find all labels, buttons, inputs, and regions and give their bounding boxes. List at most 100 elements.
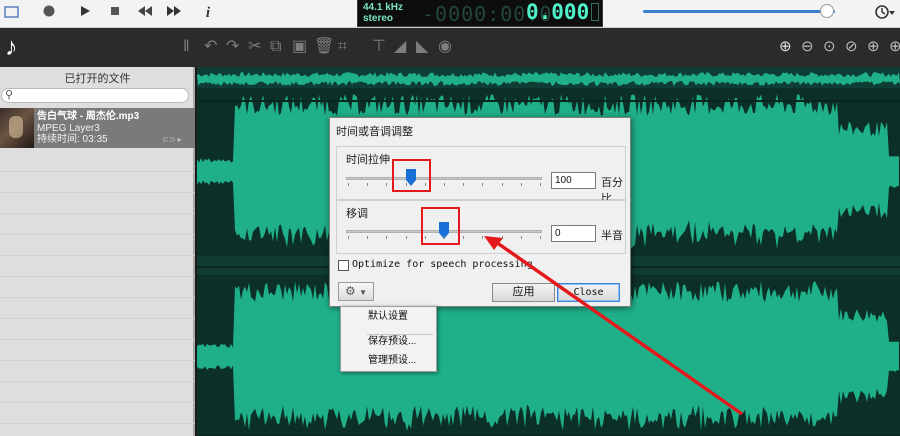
- transport-bar: i 44.1 kHz stereo -0000:00.0 0.000: [0, 0, 900, 28]
- presets-menu: 默认设置 保存预设... 管理预设...: [340, 306, 437, 372]
- time-stretch-slider[interactable]: [346, 177, 542, 180]
- zoom-in-vertical-icon[interactable]: ⊕: [867, 38, 880, 56]
- divider: [0, 339, 195, 340]
- overview-waveform: [197, 72, 900, 86]
- sample-rate: 44.1 kHz: [363, 2, 404, 13]
- edit-toolbar: ♪ ‖ ↶ ↷ ✂ ⧉ ▣ 🗑 ⌗ ⊤ ◢ ◣ ◉ ⊕ ⊖ ⊙ ⊘ ⊕ ⊕: [0, 28, 900, 67]
- history-icon[interactable]: [874, 3, 896, 25]
- pitch-shift-label: 移调: [346, 208, 368, 220]
- file-list-item[interactable]: 告白气球 - 周杰伦.mp3 MPEG Layer3 持续时间: 03:35 ⊂…: [0, 108, 195, 148]
- slider-tick: [386, 236, 388, 239]
- link-icon: ⊂⊃ ▸: [162, 135, 182, 144]
- highlight-time-stretch-thumb: [392, 159, 431, 192]
- time-unit-icon: [591, 3, 599, 21]
- divider: [0, 213, 195, 214]
- undo-icon[interactable]: ↶: [204, 38, 217, 56]
- zoom-fit-icon[interactable]: ⊘: [845, 38, 858, 56]
- optimize-speech-label[interactable]: Optimize for speech processing: [352, 259, 533, 270]
- zoom-in-icon[interactable]: ⊕: [779, 38, 792, 56]
- pitch-shift-unit: 半音: [601, 230, 623, 242]
- zoom-out-icon[interactable]: ⊖: [801, 38, 814, 56]
- delete-icon[interactable]: 🗑: [314, 38, 334, 56]
- playhead-time: 0.000: [526, 0, 590, 24]
- apply-button[interactable]: 应用: [492, 283, 555, 302]
- slider-tick: [444, 183, 445, 186]
- open-files-panel: 已打开的文件 ⚲ 告白气球 - 周杰伦.mp3 MPEG Layer3 持续时间…: [0, 67, 195, 436]
- slider-tick: [482, 236, 484, 239]
- music-note-icon: ♪: [5, 33, 18, 61]
- copy-icon[interactable]: ⧉: [270, 38, 281, 56]
- paste-icon[interactable]: ▣: [292, 38, 307, 56]
- divider: [0, 423, 195, 424]
- divider: [0, 276, 195, 277]
- album-cover: [0, 108, 34, 148]
- file-format: MPEG Layer3: [37, 123, 100, 134]
- info-icon[interactable]: i: [200, 4, 216, 22]
- panel-title: 已打开的文件: [64, 73, 131, 85]
- rewind-icon[interactable]: [134, 4, 156, 22]
- divider: [0, 171, 195, 172]
- close-button[interactable]: Close: [557, 283, 620, 302]
- pitch-shift-group: 移调 0 半音: [336, 200, 626, 254]
- chevron-down-icon: ▼: [359, 288, 368, 297]
- audio-editor-window: i 44.1 kHz stereo -0000:00.0 0.000 ♪ ‖ ↶…: [0, 0, 900, 436]
- optimize-speech-checkbox[interactable]: [338, 260, 349, 271]
- file-duration: 持续时间: 03:35: [37, 134, 108, 145]
- volume-slider[interactable]: [643, 10, 835, 13]
- presets-button[interactable]: ⚙ ▼: [338, 282, 374, 301]
- time-stretch-input[interactable]: 100: [551, 172, 596, 189]
- zoom-selection-icon[interactable]: ⊙: [823, 38, 836, 56]
- time-pitch-dialog: 时间或音调调整 时间拉伸 100 百分比 移调 0 半音 Optimize fo…: [329, 117, 631, 307]
- cut-icon[interactable]: ✂: [248, 38, 261, 56]
- slider-tick: [348, 183, 349, 186]
- zoom-out-vertical-icon[interactable]: ⊕: [889, 38, 900, 56]
- slider-tick: [501, 236, 503, 239]
- divider: [0, 381, 195, 382]
- slider-tick: [520, 183, 522, 186]
- stop-icon[interactable]: [106, 4, 124, 22]
- slider-tick: [348, 236, 349, 239]
- record-icon[interactable]: [40, 4, 58, 22]
- search-input[interactable]: ⚲: [1, 88, 189, 103]
- time-display: 44.1 kHz stereo -0000:00.0 0.000: [357, 0, 603, 27]
- divider: [0, 255, 195, 256]
- divider: [0, 402, 195, 403]
- menu-item-default[interactable]: 默认设置: [341, 308, 436, 326]
- time-stretch-group: 时间拉伸 100 百分比: [336, 146, 626, 205]
- dialog-title: 时间或音调调整: [336, 126, 413, 138]
- normalize-icon[interactable]: ⊤: [372, 38, 386, 56]
- highlight-pitch-thumb: [421, 207, 460, 245]
- slider-tick: [520, 236, 522, 239]
- file-name: 告白气球 - 周杰伦.mp3: [37, 111, 140, 122]
- search-icon: ⚲: [5, 89, 14, 101]
- divider: [0, 297, 195, 298]
- pitch-shift-input[interactable]: 0: [551, 225, 596, 242]
- slider-tick: [540, 236, 541, 239]
- divider: [0, 360, 195, 361]
- divider: [0, 234, 195, 235]
- effects-icon[interactable]: ◉: [438, 38, 452, 56]
- slider-tick: [386, 183, 388, 186]
- menu-item-save-preset[interactable]: 保存预设...: [341, 333, 436, 351]
- fast-forward-icon[interactable]: [163, 4, 185, 22]
- slider-tick: [463, 183, 465, 186]
- slider-tick: [367, 236, 369, 239]
- divider: [0, 192, 195, 193]
- gear-icon: ⚙: [344, 284, 356, 298]
- channel-mode: stereo: [363, 13, 394, 24]
- sample-rate-label: 44.1 kHz stereo: [363, 2, 403, 24]
- window-icon[interactable]: [4, 4, 20, 22]
- redo-icon[interactable]: ↷: [226, 38, 239, 56]
- fade-in-icon[interactable]: ◢: [394, 38, 406, 56]
- volume-slider-knob[interactable]: [820, 4, 835, 18]
- fade-out-icon[interactable]: ◣: [416, 38, 428, 56]
- time-stretch-label: 时间拉伸: [346, 154, 390, 166]
- crop-icon[interactable]: ⌗: [338, 38, 347, 56]
- menu-item-manage-presets[interactable]: 管理预设...: [341, 352, 436, 370]
- slider-tick: [540, 183, 541, 186]
- slider-tick: [367, 183, 369, 186]
- separator-icon: ‖: [183, 38, 190, 55]
- play-icon[interactable]: [76, 4, 94, 22]
- slider-tick: [463, 236, 465, 239]
- slider-tick: [501, 183, 503, 186]
